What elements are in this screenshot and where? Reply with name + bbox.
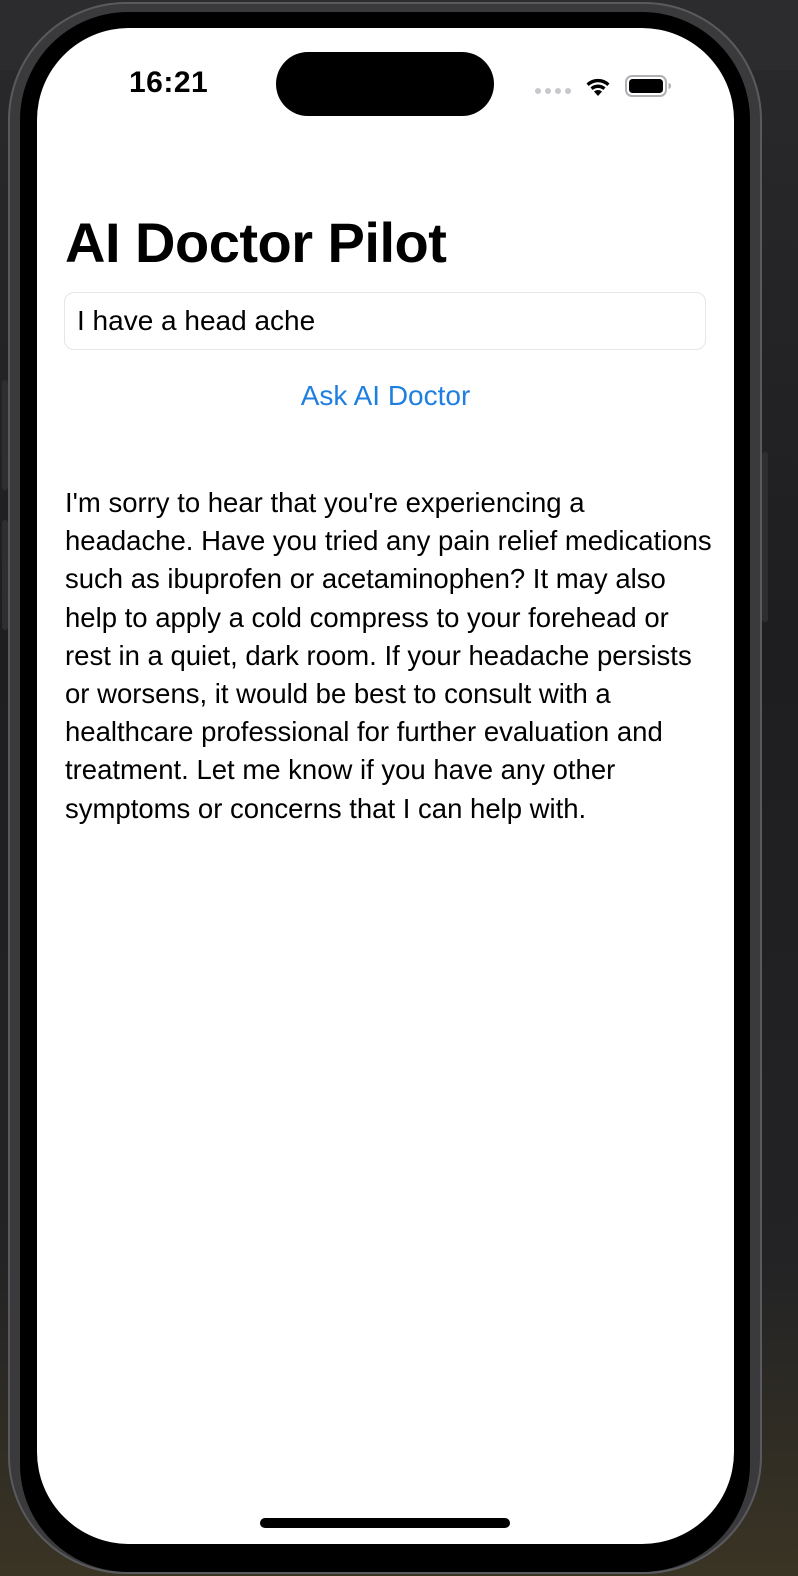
side-button <box>762 452 768 622</box>
cellular-signal-icon <box>535 88 571 94</box>
dynamic-island <box>276 52 494 116</box>
ask-ai-doctor-button[interactable]: Ask AI Doctor <box>37 380 734 412</box>
app-screen: 16:21 AI Doctor Pilot Ask AI Doctor I'm … <box>37 28 734 1544</box>
wifi-icon <box>586 78 610 96</box>
home-indicator[interactable] <box>260 1518 510 1528</box>
battery-icon <box>625 75 671 97</box>
volume-button <box>2 520 8 630</box>
status-icons <box>535 72 675 102</box>
status-time: 16:21 <box>129 66 209 99</box>
symptom-input[interactable] <box>64 292 706 350</box>
volume-button <box>2 380 8 490</box>
page-title: AI Doctor Pilot <box>65 211 447 274</box>
ai-response-text: I'm sorry to hear that you're experienci… <box>65 487 712 824</box>
